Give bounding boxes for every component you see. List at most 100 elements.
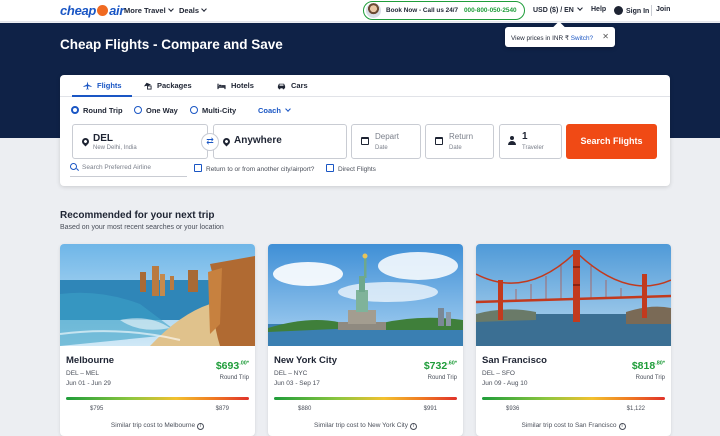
cheapoair-logo[interactable]: cheap air: [60, 3, 124, 18]
price-range-low: $795: [90, 406, 104, 412]
nav-divider: [651, 5, 652, 16]
card-dates: Jun 09 - Aug 10: [482, 380, 528, 387]
price-value: $818: [631, 360, 656, 372]
destination-card-melbourne[interactable]: Melbourne DEL – MEL Jun 01 - Jun 29 $693…: [60, 244, 255, 436]
chevron-down-icon: [201, 6, 207, 12]
agent-avatar: [366, 3, 381, 18]
price-value: $732: [423, 360, 448, 372]
direct-flights-checkbox[interactable]: Direct Flights: [326, 164, 376, 173]
chevron-down-icon: [577, 5, 583, 11]
recommended-subtitle: Based on your most recent searches or yo…: [60, 224, 224, 231]
price-value: $693: [215, 360, 240, 372]
depart-sub: Date: [375, 145, 388, 151]
info-icon[interactable]: i: [197, 423, 205, 430]
price-cents: .00: [239, 360, 247, 367]
logo-text: cheap: [60, 3, 97, 18]
destination-field[interactable]: Anywhere: [213, 124, 347, 159]
travelers-field[interactable]: 1 Traveler: [499, 124, 562, 159]
new-york-photo: [268, 244, 463, 346]
tab-label: Cars: [291, 81, 308, 90]
price-asterisk: *: [454, 360, 457, 367]
radio-selected: [71, 106, 79, 114]
search-flights-button[interactable]: Search Flights: [566, 124, 657, 159]
trip-one-way[interactable]: One Way: [134, 106, 178, 115]
card-route: DEL – SFO: [482, 370, 515, 377]
chevron-down-icon: [285, 106, 291, 112]
tab-label: Flights: [97, 81, 122, 90]
san-francisco-photo: [476, 244, 671, 346]
book-now-call-pill[interactable]: Book Now - Call us 24/7 000-800-050-2540: [363, 1, 525, 20]
destination-card-san-francisco[interactable]: San Francisco DEL – SFO Jun 09 - Aug 10 …: [476, 244, 671, 436]
radio-label: Round Trip: [83, 106, 123, 115]
similar-trip-cost: Similar trip cost to Melbourne i: [60, 422, 255, 430]
calendar-icon: [361, 137, 369, 145]
radio-label: Multi-City: [202, 106, 237, 115]
switch-currency-link[interactable]: Switch?: [571, 35, 593, 42]
card-price: $818.80*: [632, 360, 665, 372]
preferred-airline-input[interactable]: Search Preferred Airline: [70, 163, 187, 177]
tab-hotels[interactable]: Hotels: [217, 81, 254, 90]
origin-code: DEL: [93, 133, 113, 144]
cabin-label: Coach: [258, 106, 281, 115]
location-pin-icon: [221, 136, 232, 147]
page-title: Cheap Flights - Compare and Save: [60, 37, 283, 52]
card-route: DEL – NYC: [274, 370, 308, 377]
similar-trip-label: Similar trip cost to Melbourne: [110, 422, 196, 429]
top-nav: cheap air More Travel Deals Book Now - Ca…: [0, 0, 720, 22]
join-link[interactable]: Join: [656, 6, 670, 13]
help-link[interactable]: Help: [591, 6, 606, 13]
radio-unselected: [190, 106, 198, 114]
similar-trip-label: Similar trip cost to San Francisco: [521, 422, 617, 429]
deals-menu[interactable]: Deals: [179, 6, 207, 15]
melbourne-photo: [60, 244, 255, 346]
info-icon[interactable]: i: [618, 423, 626, 430]
more-travel-menu[interactable]: More Travel: [124, 6, 174, 15]
logo-o-icon: [97, 5, 109, 16]
checkbox-label: Direct Flights: [338, 166, 376, 173]
price-type: Round Trip: [635, 375, 665, 381]
checkbox-box: [326, 164, 334, 172]
currency-language-selector[interactable]: USD ($) / EN: [533, 5, 583, 14]
return-label: Return: [449, 132, 474, 141]
swap-airports-button[interactable]: ⇄: [201, 133, 219, 151]
info-icon[interactable]: i: [409, 423, 417, 430]
book-now-label: Book Now - Call us 24/7: [386, 7, 459, 14]
origin-field[interactable]: DEL New Delhi, India: [72, 124, 208, 159]
search-icon: [70, 163, 77, 170]
cabin-class-dropdown[interactable]: Coach: [258, 106, 291, 115]
phone-number[interactable]: 000-800-050-2540: [464, 7, 517, 14]
price-asterisk: *: [662, 360, 665, 367]
destination-card-new-york[interactable]: New York City DEL – NYC Jun 03 - Sep 17 …: [268, 244, 463, 436]
trip-multi-city[interactable]: Multi-City: [190, 106, 236, 115]
card-city: Melbourne: [66, 355, 115, 366]
price-range-bar: [274, 397, 457, 400]
close-icon[interactable]: ✕: [602, 32, 609, 41]
tab-flights[interactable]: Flights: [83, 81, 122, 90]
price-type: Round Trip: [427, 375, 457, 381]
similar-trip-cost: Similar trip cost to New York City i: [268, 422, 463, 430]
price-range-high: $991: [423, 406, 437, 412]
price-range-bar: [66, 397, 249, 400]
card-price: $732.60*: [424, 360, 457, 372]
destination-value: Anywhere: [234, 135, 282, 146]
tab-packages[interactable]: Packages: [143, 81, 192, 90]
traveler-count: 1: [522, 131, 528, 142]
traveler-label: Traveler: [522, 145, 544, 151]
return-sub: Date: [449, 145, 462, 151]
trip-round-trip[interactable]: Round Trip: [71, 106, 123, 115]
depart-date-field[interactable]: Depart Date: [351, 124, 421, 159]
bed-icon: [217, 83, 226, 90]
airline-placeholder: Search Preferred Airline: [82, 164, 152, 171]
card-price: $693.00*: [216, 360, 249, 372]
sign-in-link[interactable]: Sign In: [614, 6, 649, 15]
checkbox-label: Return to or from another city/airport?: [206, 166, 315, 173]
return-date-field[interactable]: Return Date: [425, 124, 494, 159]
return-other-city-checkbox[interactable]: Return to or from another city/airport?: [194, 164, 314, 173]
packages-icon: [143, 82, 152, 90]
price-asterisk: *: [246, 360, 249, 367]
currency-label: USD ($) / EN: [533, 7, 574, 14]
calendar-icon: [435, 137, 443, 145]
plane-icon: [83, 81, 92, 90]
tab-cars[interactable]: Cars: [277, 81, 308, 90]
sign-in-label: Sign In: [626, 8, 650, 15]
